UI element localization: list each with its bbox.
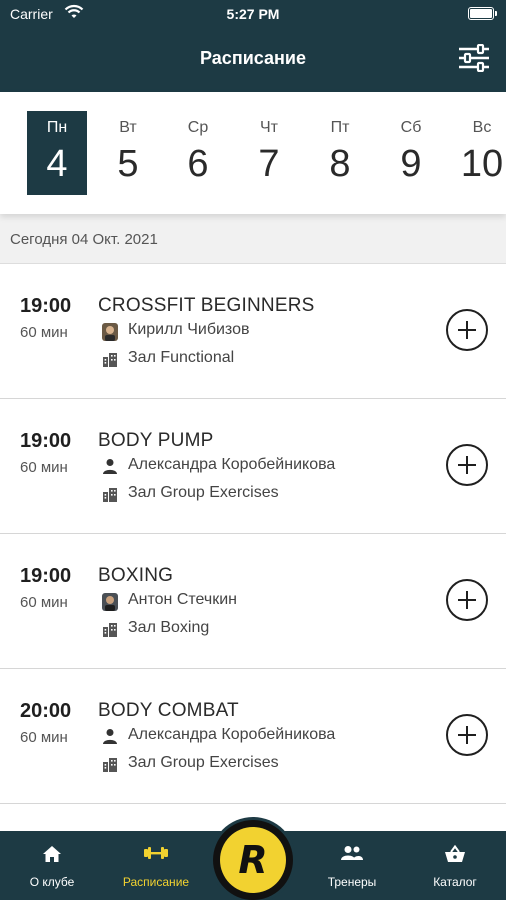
- people-icon: [340, 845, 364, 864]
- session-item[interactable]: 19:00 60 мин BODY PUMP Александра Коробе…: [0, 399, 506, 534]
- day-name: Пт: [330, 119, 350, 136]
- tab-schedule[interactable]: Расписание: [104, 831, 208, 900]
- building-icon: [102, 351, 118, 367]
- day-tuesday[interactable]: Вт 5: [98, 111, 158, 195]
- tab-label: Расписание: [122, 875, 190, 889]
- trainer-name: Александра Коробейникова: [128, 726, 336, 743]
- date-header: Сегодня 04 Окт. 2021: [0, 214, 506, 264]
- status-bar: Carrier 5:27 PM: [0, 0, 506, 28]
- session-duration: 60 мин: [20, 459, 68, 476]
- tab-label: О клубе: [29, 875, 75, 889]
- trainer-avatar-icon: [102, 593, 118, 611]
- add-session-button[interactable]: [446, 309, 488, 351]
- session-list: 19:00 60 мин CROSSFIT BEGINNERS Кирилл Ч…: [0, 264, 506, 804]
- hall-name: Зал Group Exercises: [128, 754, 279, 771]
- tab-about-club[interactable]: О клубе: [0, 831, 104, 900]
- session-item[interactable]: 19:00 60 мин BOXING Антон Стечкин Зал Bo…: [0, 534, 506, 669]
- trainer-avatar-icon: [102, 323, 118, 341]
- day-wednesday[interactable]: Ср 6: [168, 111, 228, 195]
- logo-letter: R: [238, 838, 268, 882]
- session-duration: 60 мин: [20, 324, 68, 341]
- day-name: Ср: [187, 119, 209, 136]
- day-number: 7: [258, 143, 280, 185]
- day-name: Вт: [119, 119, 137, 136]
- sliders-icon: [459, 43, 489, 73]
- dumbbell-icon: [143, 845, 169, 864]
- day-number: 8: [329, 143, 351, 185]
- tab-label: Тренеры: [327, 875, 377, 889]
- day-name: Вс: [472, 119, 492, 136]
- person-icon: [102, 458, 118, 474]
- day-monday[interactable]: Пн 4: [27, 111, 87, 195]
- date-label: Сегодня 04 Окт. 2021: [10, 231, 158, 248]
- person-icon: [102, 728, 118, 744]
- day-name: Чт: [260, 119, 278, 136]
- trainer-name: Кирилл Чибизов: [128, 321, 250, 338]
- day-thursday[interactable]: Чт 7: [239, 111, 299, 195]
- building-icon: [102, 486, 118, 502]
- session-item[interactable]: 19:00 60 мин CROSSFIT BEGINNERS Кирилл Ч…: [0, 264, 506, 399]
- building-icon: [102, 756, 118, 772]
- session-name: BODY COMBAT: [98, 700, 239, 721]
- session-name: CROSSFIT BEGINNERS: [98, 295, 315, 316]
- tab-catalog[interactable]: Каталог: [404, 831, 506, 900]
- day-number: 10: [460, 143, 504, 185]
- add-session-button[interactable]: [446, 444, 488, 486]
- session-time: 19:00: [20, 295, 72, 317]
- logo-badge: R: [220, 827, 286, 893]
- session-duration: 60 мин: [20, 729, 68, 746]
- tab-label: Каталог: [433, 875, 477, 889]
- session-time: 19:00: [20, 430, 72, 452]
- session-time: 20:00: [20, 700, 72, 722]
- home-icon: [42, 845, 62, 866]
- session-time: 19:00: [20, 565, 72, 587]
- day-sunday[interactable]: Вс 10: [452, 111, 506, 195]
- session-duration: 60 мин: [20, 594, 68, 611]
- basket-icon: [444, 844, 466, 866]
- hall-name: Зал Boxing: [128, 619, 210, 636]
- building-icon: [102, 621, 118, 637]
- session-name: BODY PUMP: [98, 430, 214, 451]
- session-name: BOXING: [98, 565, 174, 586]
- status-time: 5:27 PM: [226, 6, 280, 22]
- day-selector: Пн 4 Вт 5 Ср 6 Чт 7 Пт 8 Сб 9 Вс 10: [0, 92, 506, 214]
- add-session-button[interactable]: [446, 714, 488, 756]
- day-number: 6: [187, 143, 209, 185]
- day-name: Сб: [400, 119, 422, 136]
- day-number: 9: [400, 143, 422, 185]
- page-title: Расписание: [200, 48, 306, 68]
- trainer-name: Антон Стечкин: [128, 591, 238, 608]
- trainer-name: Александра Коробейникова: [128, 456, 336, 473]
- filter-button[interactable]: [458, 43, 490, 73]
- day-name: Пн: [46, 119, 68, 136]
- add-session-button[interactable]: [446, 579, 488, 621]
- session-item[interactable]: 20:00 60 мин BODY COMBAT Александра Коро…: [0, 669, 506, 804]
- day-number: 5: [117, 143, 139, 185]
- club-logo-button[interactable]: R: [210, 817, 296, 900]
- day-friday[interactable]: Пт 8: [310, 111, 370, 195]
- tab-trainers[interactable]: Тренеры: [300, 831, 404, 900]
- hall-name: Зал Group Exercises: [128, 484, 279, 501]
- day-number: 4: [46, 143, 68, 185]
- day-saturday[interactable]: Сб 9: [381, 111, 441, 195]
- header-bar: Carrier 5:27 PM Расписание: [0, 0, 506, 92]
- hall-name: Зал Functional: [128, 349, 235, 366]
- battery-icon: [468, 7, 497, 20]
